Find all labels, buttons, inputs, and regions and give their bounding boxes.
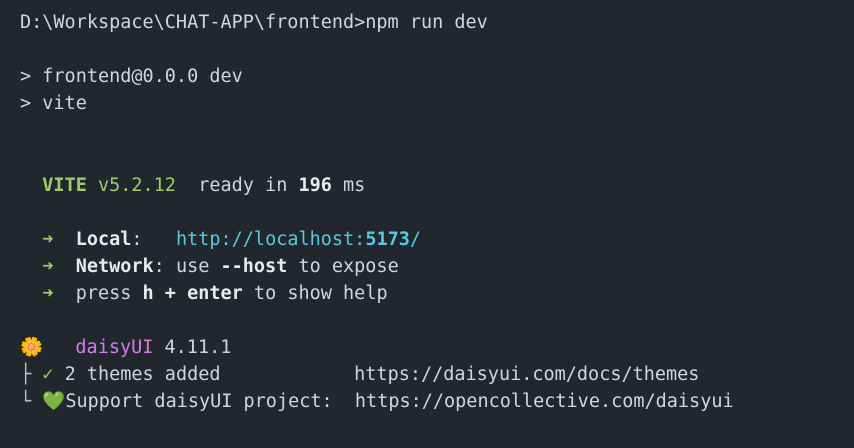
daisyui-name: daisyUI: [75, 337, 154, 358]
ready-text: ready in: [198, 175, 288, 196]
help-key-h: h: [142, 283, 154, 304]
local-url-suffix: /: [409, 229, 422, 250]
support-url[interactable]: https://opencollective.com/daisyui: [355, 391, 734, 412]
daisyui-themes-line: ├ ✓ 2 themes added https://daisyui.com/d…: [20, 361, 699, 388]
themes-url[interactable]: https://daisyui.com/docs/themes: [354, 364, 699, 385]
themes-text: 2 themes added: [64, 364, 221, 385]
local-port: 5173: [365, 229, 410, 250]
network-flag: --host: [220, 256, 288, 277]
check-icon: ✓: [42, 364, 54, 385]
local-url-prefix: http://localhost:: [175, 229, 366, 250]
ready-ms-value: 196: [298, 175, 332, 196]
flower-icon: 🌼: [20, 337, 44, 358]
arrow-icon: ➜: [42, 283, 54, 304]
command-prompt-line: D:\Workspace\CHAT-APP\frontend>npm run d…: [20, 9, 488, 36]
local-url-line: ➜ Local: http://localhost:5173/: [42, 229, 422, 250]
daisyui-version: 4.11.1: [164, 337, 232, 358]
script-text-1: > frontend@0.0.0 dev: [20, 66, 243, 87]
prompt-text: D:\Workspace\CHAT-APP\frontend>npm run d…: [20, 12, 488, 33]
tree-end-icon: └: [20, 391, 32, 412]
help-key-enter: enter: [187, 283, 243, 304]
help-text-2: to show help: [242, 283, 388, 304]
npm-script-line: > frontend@0.0.0 dev: [20, 63, 243, 90]
local-label: Local: [75, 229, 132, 250]
heart-icon: 💚: [42, 391, 66, 412]
tree-branch-icon: ├: [20, 364, 32, 385]
network-line: ➜ Network: use --host to expose: [20, 253, 399, 280]
daisyui-support-line: └ 💚Support daisyUI project: https://open…: [20, 388, 734, 415]
script-text-2: > vite: [20, 93, 87, 114]
npm-script-line: > vite: [20, 90, 87, 117]
arrow-icon: ➜: [42, 256, 54, 277]
vite-version: v5.2.12: [97, 175, 176, 196]
support-text: Support daisyUI project:: [65, 391, 333, 412]
terminal-window[interactable]: D:\Workspace\CHAT-APP\frontend>npm run d…: [0, 0, 854, 448]
help-text-1: press: [75, 283, 143, 304]
network-text-2: to expose: [287, 256, 399, 277]
help-plus: +: [153, 283, 188, 304]
vite-ready-line: VITE v5.2.12 ready in 196 ms: [20, 172, 365, 199]
network-text-1: : use: [153, 256, 221, 277]
local-url[interactable]: http://localhost:5173/: [176, 229, 421, 250]
vite-name: VITE: [42, 175, 87, 196]
arrow-icon: ➜: [42, 229, 54, 250]
ms-unit: ms: [343, 175, 366, 196]
network-label: Network: [75, 256, 154, 277]
daisyui-header-line: 🌼 daisyUI 4.11.1: [20, 334, 231, 361]
help-line: ➜ press h + enter to show help: [20, 280, 388, 307]
